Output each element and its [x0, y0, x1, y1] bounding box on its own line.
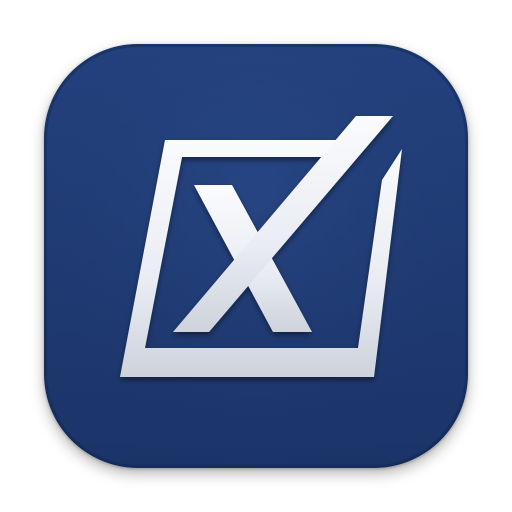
app-icon[interactable] [44, 44, 468, 468]
icon-canvas [0, 0, 512, 512]
app-icon-artwork [44, 44, 468, 468]
